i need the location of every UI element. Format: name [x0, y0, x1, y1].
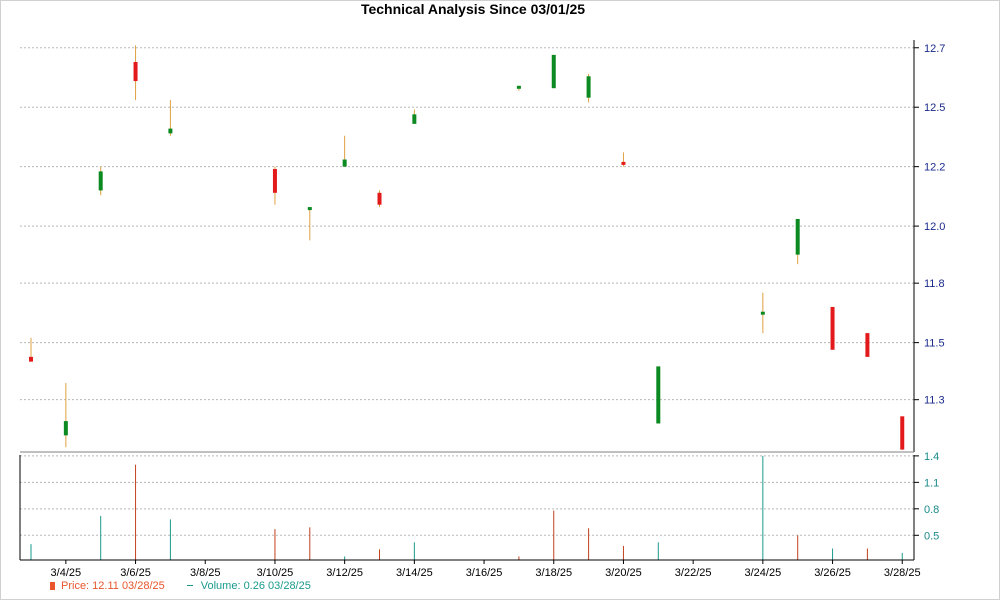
candle-body	[412, 114, 417, 124]
candle-body	[168, 128, 173, 134]
candle-body	[621, 161, 626, 165]
candle-body	[760, 311, 765, 315]
legend-price: Price: 12.11 03/28/25	[50, 580, 165, 592]
date-tick-label: 3/14/25	[396, 567, 433, 579]
candle-body	[656, 366, 661, 424]
candle-body	[586, 76, 591, 98]
legend-volume-label: Volume: 0.26 03/28/25	[200, 580, 311, 592]
volume-tick-label: 0.8	[924, 504, 939, 516]
date-tick-label: 3/18/25	[535, 567, 572, 579]
grid-lines	[20, 47, 914, 536]
candle-body	[795, 218, 800, 255]
candle-body	[272, 169, 277, 193]
legend: Price: 12.11 03/28/25 Volume: 0.26 03/28/…	[50, 580, 311, 592]
candles-layer	[29, 45, 905, 450]
candle-body	[133, 62, 138, 82]
date-tick-label: 3/28/25	[884, 567, 921, 579]
candle-body	[865, 333, 870, 357]
date-tick-label: 3/24/25	[744, 567, 781, 579]
date-tick-label: 3/20/25	[605, 567, 642, 579]
stock-chart: 11.3 11.5 11.8 12.0 12.2 12.5 12.7 0.5 0.8 1.1 1.4…	[0, 0, 1000, 600]
candle-body	[307, 207, 312, 211]
price-tick-label: 11.8	[924, 278, 945, 290]
candle-body	[63, 421, 68, 436]
legend-volume: Volume: 0.26 03/28/25	[186, 580, 311, 592]
volume-bars-layer	[30, 455, 903, 560]
legend-price-label: Price: 12.11 03/28/25	[61, 580, 165, 592]
candle-body	[516, 85, 521, 89]
date-tick-label: 3/16/25	[466, 567, 503, 579]
date-tick-label: 3/22/25	[675, 567, 712, 579]
price-tick-label: 12.0	[924, 221, 945, 233]
price-tick-label: 11.5	[924, 338, 945, 350]
volume-tick-label: 1.1	[924, 477, 939, 489]
axes-layer: 11.3 11.5 11.8 12.0 12.2 12.5 12.7 0.5 0.8 1.1 1.4…	[19, 40, 945, 579]
candle-body	[830, 306, 835, 350]
candle-body	[29, 356, 33, 362]
date-tick-label: 3/12/25	[326, 567, 363, 579]
volume-tick-label: 0.5	[924, 530, 939, 542]
price-tick-label: 12.7	[924, 43, 945, 55]
price-swatch	[50, 582, 55, 590]
candle-body	[342, 159, 347, 167]
price-tick-label: 11.3	[924, 395, 945, 407]
price-tick-label: 12.5	[924, 102, 945, 114]
candle-body	[551, 54, 556, 89]
date-tick-label: 3/6/25	[120, 567, 151, 579]
date-tick-label: 3/8/25	[190, 567, 221, 579]
chart-title: Technical Analysis Since 03/01/25	[360, 1, 586, 17]
chart-border	[0, 0, 1000, 600]
candle-body	[377, 192, 382, 205]
date-tick-label: 3/26/25	[814, 567, 851, 579]
date-tick-label: 3/10/25	[257, 567, 294, 579]
candle-body	[98, 171, 103, 191]
price-tick-label: 12.2	[924, 162, 945, 174]
volume-tick-label: 1.4	[924, 451, 939, 463]
candle-body	[900, 416, 905, 450]
date-tick-label: 3/4/25	[51, 567, 82, 579]
volume-swatch	[186, 585, 193, 586]
